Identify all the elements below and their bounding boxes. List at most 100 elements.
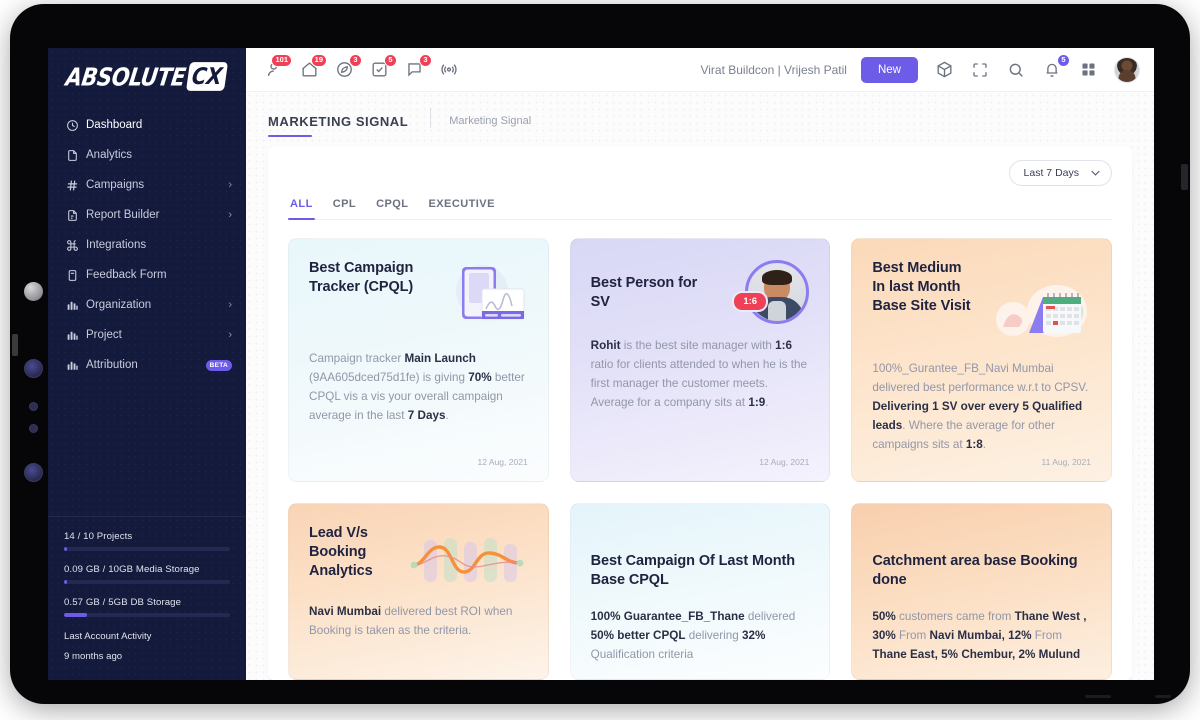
report-icon: [66, 209, 86, 222]
hash-icon: [66, 179, 86, 192]
card-text: delivered: [744, 610, 796, 624]
bezel-speaker-left: [1085, 695, 1111, 698]
page-title: MARKETING SIGNAL: [268, 114, 408, 137]
broadcast-icon[interactable]: [439, 60, 459, 80]
sidebar-item-integrations[interactable]: Integrations: [48, 231, 246, 259]
card-body: Campaign tracker Main Launch (9AA605dced…: [309, 350, 528, 426]
bezel-button-1: [24, 359, 43, 378]
tab-executive[interactable]: EXECUTIVE: [428, 198, 494, 219]
sidebar-item-report-builder[interactable]: Report Builder ›: [48, 201, 246, 229]
sidebar-item-label: Analytics: [86, 149, 133, 161]
card-title: Catchment area base Booking done: [872, 552, 1078, 588]
badge-count: 19: [310, 53, 327, 67]
app-logo[interactable]: ABSOLUTE CX: [48, 48, 246, 99]
ratio-badge: 1:6: [732, 291, 769, 312]
box-icon[interactable]: [934, 60, 954, 80]
status-badge-beta: BETA: [205, 359, 232, 371]
form-icon: [66, 269, 86, 282]
badge-count: 5: [1057, 53, 1070, 67]
card-text: (9AA605dced75d1fe) is giving: [309, 370, 469, 384]
card-text: .: [765, 395, 769, 409]
wave-bars-illustration: [408, 534, 528, 593]
card-text: ratio for clients attended to when he is…: [590, 357, 808, 409]
sidebar-item-attribution[interactable]: Attribution BETA: [48, 351, 246, 379]
sidebar-item-feedback-form[interactable]: Feedback Form: [48, 261, 246, 289]
card-date: 12 Aug, 2021: [477, 456, 528, 467]
device-screen: ABSOLUTE CX Dashboard Analytics Campaign…: [48, 48, 1154, 680]
fullscreen-icon[interactable]: [970, 60, 990, 80]
clock-icon: [66, 119, 86, 132]
signal-card[interactable]: Lead V/s Booking Analytics Navi Mumbai d…: [288, 502, 549, 680]
card-text-bold: Navi Mumbai: [309, 604, 382, 618]
chat-icon[interactable]: 3: [404, 53, 432, 80]
compass-icon[interactable]: 3: [334, 53, 362, 80]
badge-count: 3: [419, 53, 432, 67]
sidebar-item-label: Organization: [86, 299, 152, 311]
progress-bar-projects: [64, 547, 230, 552]
new-button[interactable]: New: [860, 56, 918, 83]
sidebar-item-campaigns[interactable]: Campaigns ›: [48, 171, 246, 199]
sidebar-item-label: Project: [86, 329, 122, 341]
signal-card[interactable]: Catchment area base Booking done 50% cus…: [851, 502, 1112, 680]
phone-chart-illustration: [442, 259, 528, 338]
signal-card-grid: Best Campaign Tracker (CPQL) Campaign tr…: [288, 238, 1112, 680]
card-text: From: [1031, 628, 1062, 642]
card-title: Best Campaign Tracker (CPQL): [309, 260, 414, 296]
bezel-button-3: [29, 424, 38, 433]
signal-card[interactable]: Best Campaign Of Last Month Base CPQL 10…: [569, 502, 831, 680]
sidebar-item-project[interactable]: Project ›: [48, 321, 246, 349]
card-body: 50% customers came from Thane West , 30%…: [872, 608, 1091, 665]
badge-count: 5: [384, 53, 397, 67]
task-icon[interactable]: 5: [369, 53, 397, 80]
bezel-button-4: [24, 463, 43, 482]
card-title: Best Campaign Of Last Month Base CPQL: [590, 552, 795, 588]
card-text-bold: 50% better CPQL: [590, 628, 686, 642]
signal-card[interactable]: Best Medium In last Month Base Site Visi…: [851, 238, 1112, 482]
card-text-bold: 70%: [468, 370, 492, 384]
signal-card[interactable]: Best Person for SV 1:6 Rohit is the best…: [569, 238, 831, 482]
card-body: Rohit is the best site manager with 1:6 …: [591, 337, 810, 413]
search-icon[interactable]: [1006, 60, 1026, 80]
chevron-right-icon: ›: [228, 208, 232, 221]
bar-chart-icon: [66, 299, 86, 312]
bezel-speaker-right: [1155, 695, 1171, 698]
sidebar-item-label: Feedback Form: [86, 269, 167, 281]
header-icon-group-right: 5: [934, 53, 1140, 83]
progress-bar-db-storage: [64, 613, 230, 618]
home-icon[interactable]: 19: [299, 53, 327, 80]
signal-panel: Last 7 Days ALL CPL CPQL EXECUTIVE Best …: [268, 146, 1132, 680]
card-text: Campaign tracker: [309, 352, 405, 365]
stat-label-projects: 14 / 10 Projects: [64, 531, 133, 543]
camera-icon: [24, 282, 43, 301]
card-text-bold: Thane East, 5% Chembur, 2% Mulund: [872, 647, 1081, 661]
signal-card[interactable]: Best Campaign Tracker (CPQL) Campaign tr…: [288, 238, 549, 482]
bell-icon[interactable]: 5: [1042, 53, 1070, 80]
bezel-side-button-left: [12, 334, 18, 356]
card-text: .: [445, 408, 449, 422]
grid-icon[interactable]: [1078, 60, 1098, 80]
chevron-right-icon: ›: [228, 298, 232, 311]
tab-cpl[interactable]: CPL: [333, 198, 356, 219]
card-text-bold: 1:9: [748, 395, 766, 409]
card-text-bold: Navi Mumbai, 12%: [929, 628, 1032, 642]
card-text-bold: 1:8: [965, 437, 983, 451]
avatar[interactable]: [1114, 56, 1140, 83]
stat-label-media-storage: 0.09 GB / 10GB Media Storage: [64, 564, 200, 576]
date-range-dropdown[interactable]: Last 7 Days: [1008, 160, 1112, 186]
badge-count: 3: [349, 53, 362, 67]
tab-cpql[interactable]: CPQL: [376, 198, 408, 219]
device-frame: ABSOLUTE CX Dashboard Analytics Campaign…: [10, 4, 1190, 704]
card-text: 100%_Gurantee_FB_Navi Mumbai delivered b…: [872, 362, 1089, 394]
chevron-down-icon: [1091, 168, 1100, 178]
user-icon[interactable]: 101: [264, 53, 292, 80]
chevron-right-icon: ›: [228, 178, 232, 191]
top-header: 101 19 3 5 3 Virat Buildcon | Vrijesh Pa…: [246, 48, 1154, 92]
sidebar-item-organization[interactable]: Organization ›: [48, 291, 246, 319]
card-text-bold: 50%: [872, 610, 896, 624]
card-text: From: [895, 628, 930, 642]
sidebar-item-dashboard[interactable]: Dashboard: [48, 111, 246, 139]
person-avatar-illustration: 1:6: [732, 260, 810, 324]
breadcrumb: Marketing Signal: [449, 115, 532, 127]
tab-all[interactable]: ALL: [288, 198, 315, 220]
sidebar-item-analytics[interactable]: Analytics: [48, 141, 246, 169]
